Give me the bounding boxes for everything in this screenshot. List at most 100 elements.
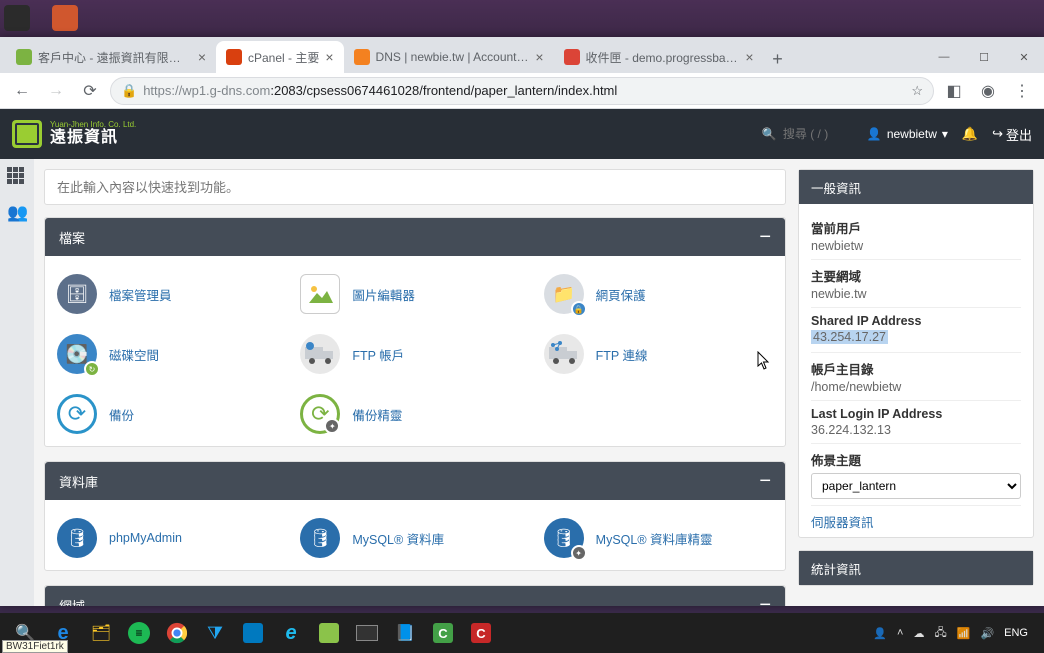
language-indicator[interactable]: ENG bbox=[1004, 627, 1028, 639]
feature-search-input[interactable] bbox=[44, 169, 786, 205]
page-body: 👥 檔案 − 🗄檔案管理員 圖片編輯器 � bbox=[0, 159, 1044, 606]
collapse-icon[interactable]: − bbox=[759, 470, 771, 493]
minimize-button[interactable]: — bbox=[924, 41, 964, 73]
stats-panel: 統計資訊 bbox=[798, 550, 1034, 586]
notifications-button[interactable]: 🔔 bbox=[962, 126, 978, 142]
panel-title: 網域 bbox=[59, 596, 85, 607]
main-content: 檔案 − 🗄檔案管理員 圖片編輯器 📁🔒網頁保護 💽↻磁碟空間 FTP 帳戶 F… bbox=[34, 159, 1044, 606]
ftp-network-icon bbox=[544, 334, 584, 374]
network-tray-icon[interactable]: 🖧 bbox=[934, 624, 946, 643]
favicon bbox=[16, 49, 32, 65]
item-backup-wizard[interactable]: ⟳✦備份精靈 bbox=[298, 390, 531, 438]
item-web-protect[interactable]: 📁🔒網頁保護 bbox=[542, 270, 775, 318]
maximize-button[interactable]: ☐ bbox=[964, 41, 1004, 73]
tab-dns[interactable]: DNS | newbie.tw | Account | Clo × bbox=[344, 41, 554, 73]
notes-icon[interactable]: 📘 bbox=[386, 613, 424, 653]
file-explorer-icon[interactable]: 🗂 bbox=[82, 613, 120, 653]
favicon bbox=[564, 49, 580, 65]
close-icon[interactable]: × bbox=[535, 49, 543, 65]
spotify-icon[interactable]: ≡ bbox=[120, 613, 158, 653]
disk-icon: 💽↻ bbox=[57, 334, 97, 374]
favicon bbox=[226, 49, 242, 65]
back-button[interactable]: ← bbox=[8, 77, 36, 105]
item-backup[interactable]: ⟳備份 bbox=[55, 390, 288, 438]
home-grid-icon[interactable] bbox=[7, 167, 27, 185]
item-image-editor[interactable]: 圖片編輯器 bbox=[298, 270, 531, 318]
panel-title: 檔案 bbox=[59, 228, 85, 247]
url-input[interactable]: 🔒 https://wp1.g-dns.com:2083/cpsess06744… bbox=[110, 77, 934, 105]
tab-customer-center[interactable]: 客戶中心 - 遠振資訊有限公司 × bbox=[6, 41, 216, 73]
theme-select[interactable]: paper_lantern bbox=[811, 473, 1021, 499]
tab-cpanel[interactable]: cPanel - 主要 × bbox=[216, 41, 344, 73]
item-phpmyadmin[interactable]: 🛢phpMyAdmin bbox=[55, 514, 288, 562]
ie-icon[interactable]: e bbox=[272, 613, 310, 653]
ftp-truck-icon bbox=[300, 334, 340, 374]
reload-button[interactable]: ⟳ bbox=[76, 77, 104, 105]
top-search[interactable]: 🔍 bbox=[762, 127, 853, 141]
brand[interactable]: Yuan-Jhen Info. Co. Ltd. 遠振資訊 bbox=[12, 120, 136, 148]
collapse-icon[interactable]: − bbox=[759, 594, 771, 607]
server-info-link[interactable]: 伺服器資訊 bbox=[811, 506, 1021, 533]
database-wizard-icon: 🛢✦ bbox=[544, 518, 584, 558]
volume-tray-icon[interactable]: 🔊 bbox=[980, 627, 994, 640]
sidebar: 一般資訊 當前用戶 newbietw 主要網域 newbie.tw bbox=[798, 169, 1034, 596]
desktop-background bbox=[0, 0, 1044, 37]
tab-gmail[interactable]: 收件匣 - demo.progressbar.tw × bbox=[554, 41, 764, 73]
close-icon[interactable]: × bbox=[745, 49, 753, 65]
tab-title: 收件匣 - demo.progressbar.tw bbox=[586, 49, 740, 66]
extensions-icon[interactable]: ◧ bbox=[940, 77, 968, 105]
item-file-manager[interactable]: 🗄檔案管理員 bbox=[55, 270, 288, 318]
close-window-button[interactable]: ✕ bbox=[1004, 41, 1044, 73]
recorder-icon[interactable]: C bbox=[462, 613, 500, 653]
tray-chevron-icon[interactable]: ˄ bbox=[897, 627, 903, 639]
address-bar: ← → ⟳ 🔒 https://wp1.g-dns.com:2083/cpses… bbox=[0, 73, 1044, 109]
browser-window: 客戶中心 - 遠振資訊有限公司 × cPanel - 主要 × DNS | ne… bbox=[0, 37, 1044, 606]
logout-button[interactable]: ↪ 登出 bbox=[992, 125, 1032, 144]
panel-domain-header[interactable]: 網域 − bbox=[45, 586, 785, 606]
desktop-icon-trash[interactable] bbox=[4, 5, 30, 31]
window-controls: — ☐ ✕ bbox=[924, 41, 1044, 73]
cloud-tray-icon[interactable]: ☁ bbox=[913, 627, 924, 640]
info-current-user: 當前用戶 newbietw bbox=[811, 212, 1021, 260]
brand-logo-icon bbox=[12, 120, 42, 148]
trello-icon[interactable] bbox=[234, 613, 272, 653]
terminal-icon[interactable] bbox=[348, 613, 386, 653]
item-ftp-accounts[interactable]: FTP 帳戶 bbox=[298, 330, 531, 378]
panel-database-header[interactable]: 資料庫 − bbox=[45, 462, 785, 500]
item-ftp-connections[interactable]: FTP 連線 bbox=[542, 330, 775, 378]
database-icon: 🛢 bbox=[300, 518, 340, 558]
brand-text: Yuan-Jhen Info. Co. Ltd. 遠振資訊 bbox=[50, 121, 136, 146]
user-menu[interactable]: 👤 newbietw ▾ bbox=[867, 127, 948, 141]
lock-icon: 🔒 bbox=[121, 83, 137, 99]
item-mysql-db[interactable]: 🛢MySQL® 資料庫 bbox=[298, 514, 531, 562]
desktop-icon-app[interactable] bbox=[52, 5, 78, 31]
users-icon[interactable]: 👥 bbox=[7, 203, 27, 221]
info-theme: 佈景主題 paper_lantern bbox=[811, 444, 1021, 506]
windows-taskbar: 🔍 e 🗂 ≡ ⧩ e 📘 C C 👤 ˄ ☁ 🖧 📶 🔊 ENG bbox=[0, 613, 1044, 653]
profile-icon[interactable]: ◉ bbox=[974, 77, 1002, 105]
chrome-icon[interactable] bbox=[158, 613, 196, 653]
item-mysql-wizard[interactable]: 🛢✦MySQL® 資料庫精靈 bbox=[542, 514, 775, 562]
cpanel-topbar: Yuan-Jhen Info. Co. Ltd. 遠振資訊 🔍 👤 newbie… bbox=[0, 109, 1044, 159]
url-text: https://wp1.g-dns.com:2083/cpsess0674461… bbox=[143, 83, 905, 98]
menu-icon[interactable]: ⋮ bbox=[1008, 77, 1036, 105]
panel-files-header[interactable]: 檔案 − bbox=[45, 218, 785, 256]
item-disk-space[interactable]: 💽↻磁碟空間 bbox=[55, 330, 288, 378]
bookmark-star-icon[interactable]: ☆ bbox=[911, 83, 923, 99]
close-icon[interactable]: × bbox=[198, 49, 206, 65]
panel-domain: 網域 − 🌐 🌐 🌐 bbox=[44, 585, 786, 606]
vscode-icon[interactable]: ⧩ bbox=[196, 613, 234, 653]
close-icon[interactable]: × bbox=[325, 49, 333, 65]
forward-button[interactable]: → bbox=[42, 77, 70, 105]
system-tray[interactable]: 👤 ˄ ☁ 🖧 📶 🔊 ENG bbox=[873, 624, 1038, 643]
panel-files: 檔案 − 🗄檔案管理員 圖片編輯器 📁🔒網頁保護 💽↻磁碟空間 FTP 帳戶 F… bbox=[44, 217, 786, 447]
new-tab-button[interactable]: + bbox=[764, 45, 792, 73]
people-tray-icon[interactable]: 👤 bbox=[873, 627, 887, 640]
wifi-tray-icon[interactable]: 📶 bbox=[957, 627, 971, 640]
collapse-icon[interactable]: − bbox=[759, 226, 771, 249]
camtasia-icon[interactable]: C bbox=[424, 613, 462, 653]
panel-database: 資料庫 − 🛢phpMyAdmin 🛢MySQL® 資料庫 🛢✦MySQL® 資… bbox=[44, 461, 786, 571]
top-search-input[interactable] bbox=[783, 127, 853, 141]
app-green-icon[interactable] bbox=[310, 613, 348, 653]
backup-icon: ⟳ bbox=[57, 394, 97, 434]
